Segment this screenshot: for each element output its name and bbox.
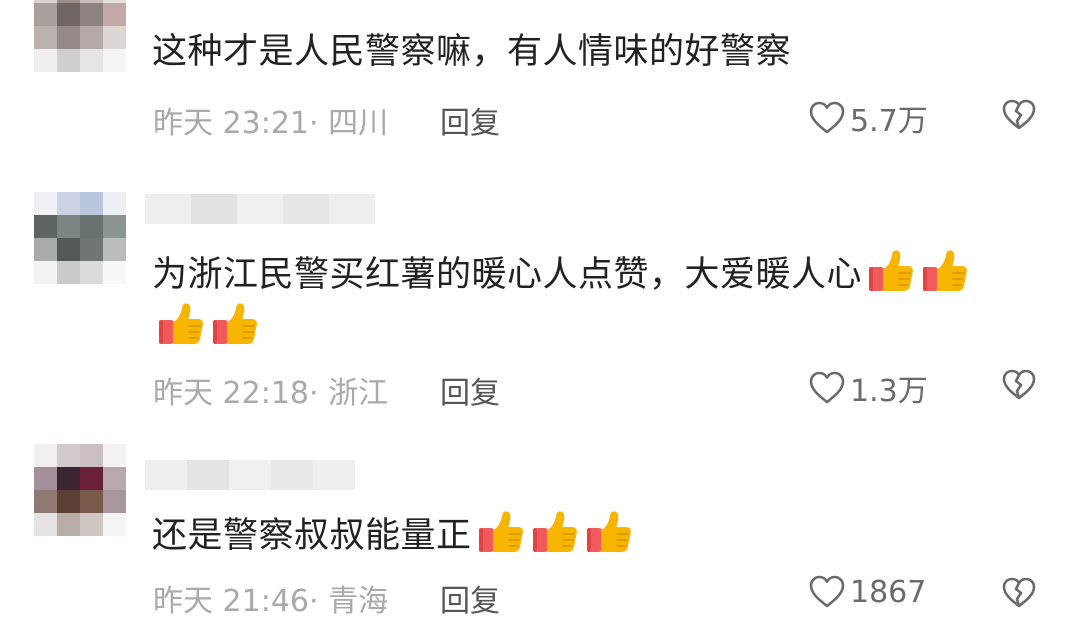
username-blurred[interactable] — [145, 194, 375, 224]
comment-text: 还是警察叔叔能量正 — [152, 508, 634, 562]
reply-button[interactable]: 回复 — [440, 576, 500, 620]
thumbs-up-emoji — [584, 508, 634, 556]
thumbs-up-emoji — [920, 247, 970, 295]
comment-meta: 昨天 22:18· 浙江 回复 1.3万 — [153, 362, 1036, 412]
thumbs-up-emoji-group — [862, 250, 970, 295]
like-count: 5.7万 — [850, 104, 928, 139]
broken-heart-icon[interactable] — [1001, 98, 1037, 132]
like-button[interactable]: 5.7万 — [808, 96, 928, 140]
comment-item: 还是警察叔叔能量正 昨天 21:46· 青海 回复 1867 — [0, 430, 1080, 631]
comment-text: 这种才是人民警察嘛，有人情味的好警察 — [152, 26, 791, 78]
comment-meta: 昨天 23:21· 四川 回复 5.7万 — [153, 92, 1036, 142]
comment-text-line: 还是警察叔叔能量正 — [152, 516, 472, 556]
broken-heart-icon[interactable] — [1001, 368, 1037, 402]
heart-outline-icon — [809, 371, 845, 404]
broken-heart-icon[interactable] — [1001, 576, 1037, 610]
heart-outline-icon — [809, 575, 845, 608]
comment-text: 为浙江民警买红薯的暖心人点赞，大爱暖人心 — [152, 247, 970, 301]
username-blurred[interactable] — [145, 460, 355, 490]
avatar[interactable] — [34, 192, 126, 284]
reply-button[interactable]: 回复 — [440, 368, 500, 412]
like-button[interactable]: 1867 — [808, 574, 926, 610]
like-count: 1867 — [850, 574, 927, 610]
thumbs-up-emoji — [476, 508, 526, 556]
thumbs-up-emoji — [530, 508, 580, 556]
comment-time-location: 昨天 23:21· 四川 — [153, 106, 389, 141]
thumbs-up-emoji — [156, 300, 206, 348]
heart-outline-icon — [809, 101, 845, 134]
comment-text-line: 这种才是人民警察嘛，有人情味的好警察 — [152, 32, 792, 72]
comment-text-line: 为浙江民警买红薯的暖心人点赞，大爱暖人心 — [152, 255, 863, 295]
thumbs-up-emoji — [210, 300, 260, 348]
like-count: 1.3万 — [850, 374, 928, 409]
comment-item: 为浙江民警买红薯的暖心人点赞，大爱暖人心 昨天 22:18· 浙江 回复 1.3… — [0, 160, 1080, 430]
comment-time-location: 昨天 21:46· 青海 — [153, 584, 389, 619]
comment-item: 这种才是人民警察嘛，有人情味的好警察 昨天 23:21· 四川 回复 5.7万 — [0, 0, 1080, 160]
thumbs-up-emoji — [866, 247, 916, 295]
comment-meta: 昨天 21:46· 青海 回复 1867 — [153, 570, 1036, 620]
thumbs-up-emoji-group — [152, 303, 260, 348]
thumbs-up-emoji-group — [472, 511, 634, 556]
comment-time-location: 昨天 22:18· 浙江 — [153, 376, 389, 411]
comment-text-line2 — [152, 300, 260, 354]
like-button[interactable]: 1.3万 — [808, 366, 928, 410]
avatar[interactable] — [34, 0, 126, 72]
reply-button[interactable]: 回复 — [440, 98, 500, 142]
avatar[interactable] — [34, 444, 126, 536]
